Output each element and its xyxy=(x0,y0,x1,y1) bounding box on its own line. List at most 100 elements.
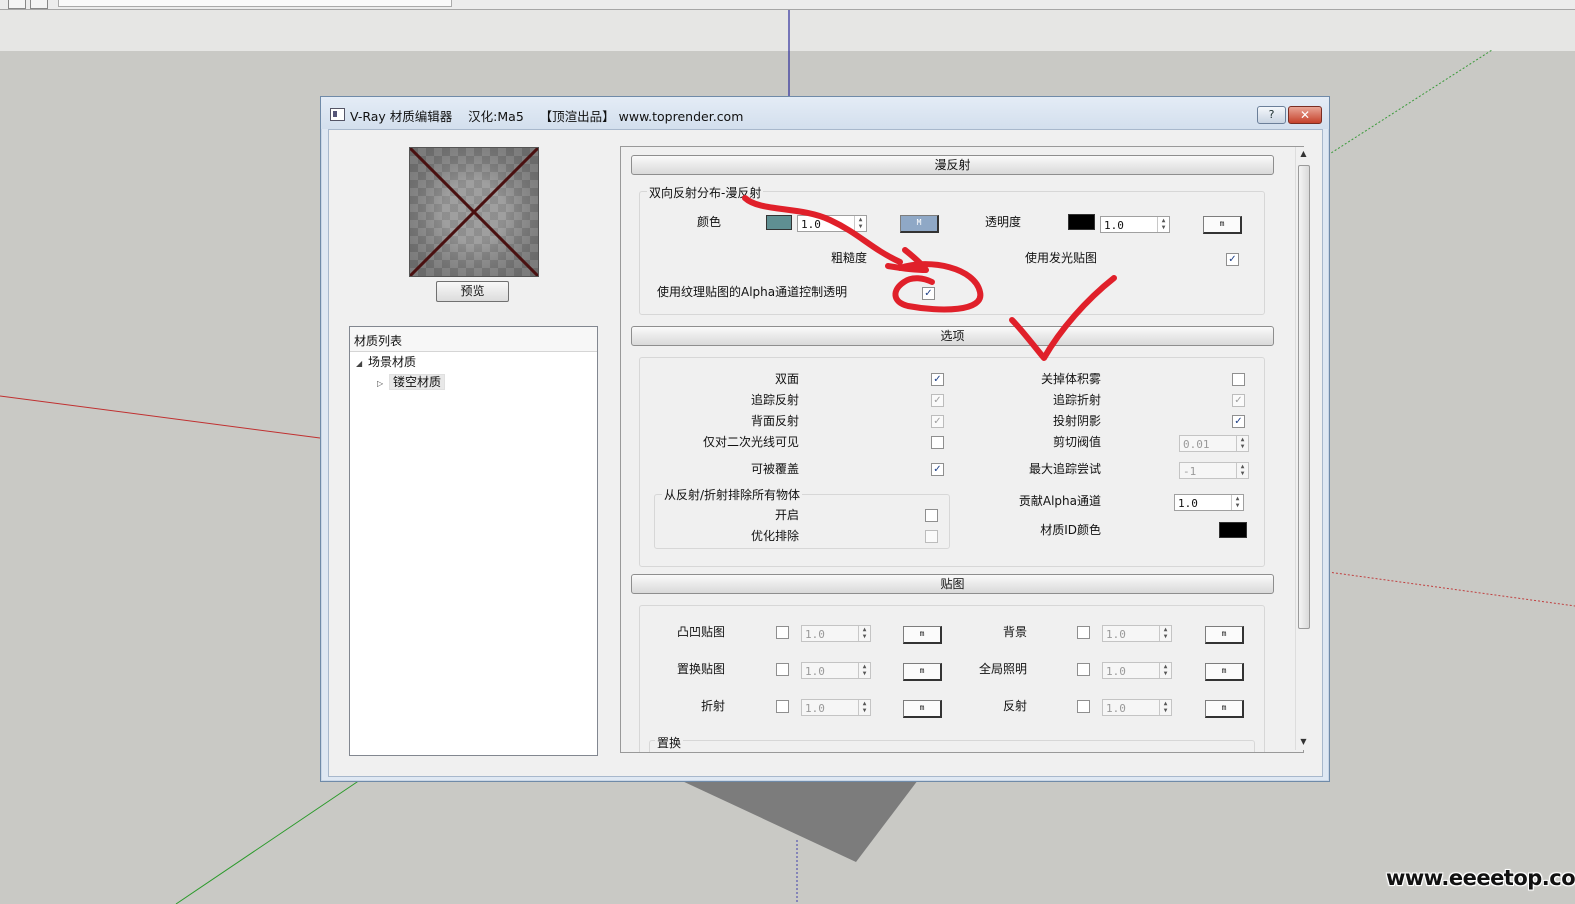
option-label: 双面 xyxy=(774,372,799,386)
trace-refractions-checkbox[interactable]: ✓ xyxy=(1232,394,1245,407)
max-trace-spinner[interactable]: -1 ▲ ▼ xyxy=(1179,462,1249,479)
scroll-up-icon[interactable]: ▲ xyxy=(1298,149,1309,158)
option-label: 仅对二次光线可见 xyxy=(702,435,799,449)
exclude-objects-group-title: 从反射/折射排除所有物体 xyxy=(662,486,803,503)
refraction-map-button[interactable]: m xyxy=(903,700,942,718)
spin-arrows-icon[interactable]: ▲ ▼ xyxy=(854,216,866,231)
refraction-map-checkbox[interactable] xyxy=(776,700,789,713)
spinner-value: 1.0 xyxy=(805,702,825,715)
spin-arrows-icon[interactable]: ▲ ▼ xyxy=(1236,463,1248,478)
close-button[interactable]: ✕ xyxy=(1288,106,1322,124)
material-list-title: 材质列表 xyxy=(354,334,403,348)
exclude-enable-label: 开启 xyxy=(774,508,799,522)
color-label: 颜色 xyxy=(697,215,722,229)
refraction-map-label: 折射 xyxy=(700,699,725,713)
spin-arrows-icon[interactable]: ▲ ▼ xyxy=(858,700,870,715)
reflection-map-button[interactable]: m xyxy=(1205,700,1244,718)
background-map-checkbox[interactable] xyxy=(1077,626,1090,639)
exclude-enable-checkbox[interactable] xyxy=(925,509,938,522)
background-map-label: 背景 xyxy=(1002,625,1027,639)
tree-item-scene-materials[interactable]: ◢ 场景材质 xyxy=(356,353,416,372)
spin-arrows-icon[interactable]: ▲ ▼ xyxy=(1159,700,1171,715)
transparency-label: 透明度 xyxy=(985,215,1022,229)
displacement-map-label: 置换贴图 xyxy=(676,662,725,676)
displacement-map-checkbox[interactable] xyxy=(776,663,789,676)
gi-map-button[interactable]: m xyxy=(1205,663,1244,681)
option-label: 追踪反射 xyxy=(750,393,799,407)
gi-map-spinner[interactable]: 1.0 ▲ ▼ xyxy=(1102,662,1172,679)
help-button[interactable]: ? xyxy=(1257,106,1286,124)
alpha-transparency-checkbox[interactable]: ✓ xyxy=(922,287,935,300)
gi-map-checkbox[interactable] xyxy=(1077,663,1090,676)
cast-shadows-checkbox[interactable]: ✓ xyxy=(1232,415,1245,428)
displacement-map-spinner[interactable]: 1.0 ▲ ▼ xyxy=(801,662,871,679)
window-client-area: 预览 材质列表 ◢ 场景材质 ▷ 镂空材质 漫反射 双向反射分布-漫反射 颜色 1.… xyxy=(328,129,1323,777)
spinner-value: 1.0 xyxy=(805,628,825,641)
material-id-color-swatch[interactable] xyxy=(1219,522,1247,538)
secondary-rays-only-checkbox[interactable] xyxy=(931,436,944,449)
background-map-button[interactable]: m xyxy=(1205,626,1244,644)
max-trace-label: 最大追踪尝试 xyxy=(1028,462,1101,476)
spin-arrows-icon[interactable]: ▲ ▼ xyxy=(858,626,870,641)
spinner-value: -1 xyxy=(1183,465,1197,478)
displacement-map-button[interactable]: m xyxy=(903,663,942,681)
use-glow-map-checkbox[interactable]: ✓ xyxy=(1226,253,1239,266)
bump-map-checkbox[interactable] xyxy=(776,626,789,639)
vray-material-editor-window: V-Ray 材质编辑器 汉化:Ma5 【顶渲出品】 www.toprender.… xyxy=(320,96,1330,782)
tree-collapsed-icon[interactable]: ▷ xyxy=(377,374,389,393)
option-label: 背面反射 xyxy=(750,414,799,428)
spin-arrows-icon[interactable]: ▲ ▼ xyxy=(858,663,870,678)
option-label: 投射阴影 xyxy=(1052,414,1101,428)
reflection-map-spinner[interactable]: 1.0 ▲ ▼ xyxy=(1102,699,1172,716)
no-preview-cross-icon xyxy=(410,148,538,276)
reflection-map-label: 反射 xyxy=(1002,699,1027,713)
disable-fog-checkbox[interactable] xyxy=(1232,373,1245,386)
spinner-value: 1.0 xyxy=(1106,628,1126,641)
option-label: 可被覆盖 xyxy=(750,462,799,476)
transparency-color-swatch[interactable] xyxy=(1068,214,1095,230)
spin-arrows-icon[interactable]: ▲ ▼ xyxy=(1159,626,1171,641)
spin-arrows-icon[interactable]: ▲ ▼ xyxy=(1236,436,1248,451)
spin-arrows-icon[interactable]: ▲ ▼ xyxy=(1157,217,1169,232)
trace-reflections-checkbox[interactable]: ✓ xyxy=(931,394,944,407)
brdf-diffuse-group-title: 双向反射分布-漫反射 xyxy=(647,184,764,201)
refraction-map-spinner[interactable]: 1.0 ▲ ▼ xyxy=(801,699,871,716)
transparency-map-button[interactable]: m xyxy=(1203,216,1242,234)
properties-scrollbar[interactable]: ▲ ▼ xyxy=(1295,147,1311,750)
alpha-transparency-label: 使用纹理贴图的Alpha通道控制透明 xyxy=(657,285,848,299)
background-map-spinner[interactable]: 1.0 ▲ ▼ xyxy=(1102,625,1172,642)
scroll-down-icon[interactable]: ▼ xyxy=(1298,737,1309,746)
reflection-map-checkbox[interactable] xyxy=(1077,700,1090,713)
exclude-optimize-checkbox[interactable] xyxy=(925,530,938,543)
window-titlebar[interactable]: V-Ray 材质编辑器 汉化:Ma5 【顶渲出品】 www.toprender.… xyxy=(321,97,1329,129)
window-app-icon xyxy=(330,108,345,121)
scrollbar-thumb[interactable] xyxy=(1298,165,1310,629)
diffuse-map-button[interactable]: M xyxy=(900,215,939,233)
section-header-options[interactable]: 选项 xyxy=(631,326,1274,346)
section-header-maps[interactable]: 贴图 xyxy=(631,574,1274,594)
displacement-group-title: 置换 xyxy=(655,734,684,751)
option-label: 关掉体积雾 xyxy=(1040,372,1101,386)
alpha-contribution-spinner[interactable]: 1.0 ▲ ▼ xyxy=(1174,494,1244,511)
back-reflections-checkbox[interactable]: ✓ xyxy=(931,415,944,428)
preview-button[interactable]: 预览 xyxy=(436,281,509,302)
option-label: 追踪折射 xyxy=(1052,393,1101,407)
spinner-value: 0.01 xyxy=(1183,438,1210,451)
spin-arrows-icon[interactable]: ▲ ▼ xyxy=(1231,495,1243,510)
spin-arrows-icon[interactable]: ▲ ▼ xyxy=(1159,663,1171,678)
tree-item-hollow-material[interactable]: ▷ 镂空材质 xyxy=(377,373,446,393)
spinner-value: 1.0 xyxy=(1104,219,1124,232)
double-sided-checkbox[interactable]: ✓ xyxy=(931,373,944,386)
use-glow-map-label: 使用发光贴图 xyxy=(1025,251,1098,265)
tree-expanded-icon[interactable]: ◢ xyxy=(356,354,368,373)
diffuse-color-amount-spinner[interactable]: 1.0 ▲ ▼ xyxy=(797,215,867,232)
section-header-diffuse[interactable]: 漫反射 xyxy=(631,155,1274,175)
can-be-overridden-checkbox[interactable]: ✓ xyxy=(931,463,944,476)
bump-map-spinner[interactable]: 1.0 ▲ ▼ xyxy=(801,625,871,642)
window-title: V-Ray 材质编辑器 汉化:Ma5 【顶渲出品】 www.toprender.… xyxy=(350,109,744,124)
tree-item-label: 场景材质 xyxy=(368,355,417,369)
transparency-amount-spinner[interactable]: 1.0 ▲ ▼ xyxy=(1100,216,1170,233)
cutoff-spinner[interactable]: 0.01 ▲ ▼ xyxy=(1179,435,1249,452)
bump-map-button[interactable]: m xyxy=(903,626,942,644)
diffuse-color-swatch[interactable] xyxy=(766,215,792,230)
